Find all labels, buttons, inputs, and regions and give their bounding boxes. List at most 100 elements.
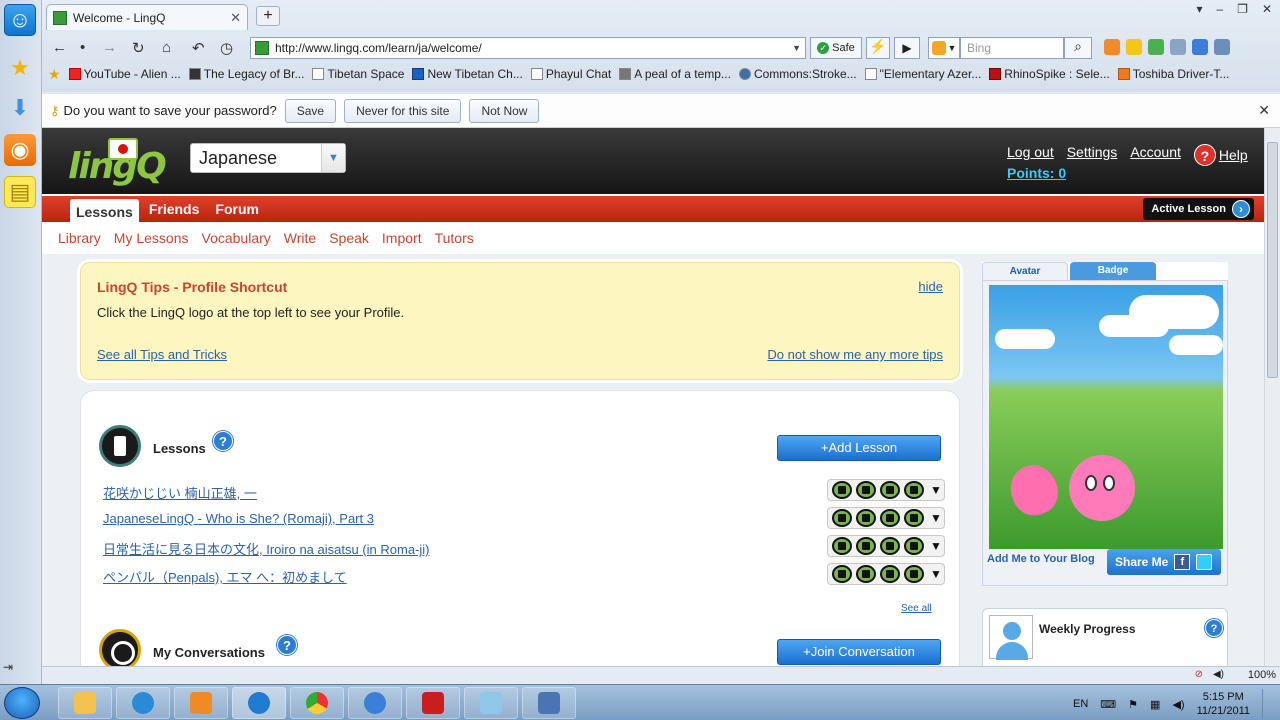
block-icon[interactable]: ⊘: [1195, 669, 1203, 680]
scrollbar-thumb[interactable]: [1267, 142, 1278, 378]
download-arrow-icon[interactable]: ⬇: [4, 92, 36, 124]
subnav-tutors[interactable]: Tutors: [435, 230, 474, 246]
note-icon[interactable]: [880, 481, 900, 499]
chat-icon[interactable]: [856, 509, 876, 527]
rss-feed-icon[interactable]: ◉: [4, 134, 36, 166]
print-icon[interactable]: [832, 481, 852, 499]
conversations-help-icon[interactable]: ?: [277, 635, 297, 655]
bookmark-item[interactable]: "Elementary Azer...: [864, 67, 981, 81]
add-lesson-button[interactable]: +Add Lesson: [777, 435, 941, 461]
settings-icon[interactable]: [1214, 39, 1230, 55]
help-link[interactable]: ? Help: [1193, 144, 1248, 166]
lightning-icon[interactable]: ⚡: [866, 37, 890, 59]
media-player-taskbar-button[interactable]: [174, 687, 228, 719]
flag-icon[interactable]: ⚑: [1128, 698, 1138, 711]
never-for-site-button[interactable]: Never for this site: [344, 98, 462, 123]
page-scrollbar[interactable]: [1264, 128, 1280, 666]
clock[interactable]: 5:15 PM 11/21/2011: [1197, 690, 1250, 718]
tab-close-icon[interactable]: ✕: [230, 10, 241, 26]
caret-down-icon[interactable]: ▼: [930, 567, 942, 581]
audio-icon[interactable]: [904, 565, 924, 583]
back-arrow-icon[interactable]: ←: [52, 39, 67, 56]
subnav-write[interactable]: Write: [284, 230, 316, 246]
show-desktop-button[interactable]: [1262, 689, 1272, 719]
caret-down-icon[interactable]: ▼: [930, 511, 942, 525]
acrobat-taskbar-button[interactable]: [406, 687, 460, 719]
weekly-help-icon[interactable]: ?: [1205, 619, 1223, 637]
search-icon[interactable]: ⌕: [1064, 37, 1092, 59]
zoom-level[interactable]: 100%: [1248, 669, 1276, 681]
join-conversation-button[interactable]: +Join Conversation: [777, 639, 941, 665]
expand-sidebar-icon[interactable]: ⇥: [3, 660, 13, 674]
lesson-link[interactable]: 日常生活に見る日本の文化, Iroiro na aisatsu (in Roma…: [103, 539, 430, 558]
tab-friends[interactable]: Friends: [143, 198, 206, 220]
close-bar-icon[interactable]: ✕: [1258, 102, 1270, 119]
close-window-button[interactable]: ✕: [1262, 2, 1272, 16]
bookmark-item[interactable]: YouTube - Alien ...: [68, 67, 181, 81]
see-all-lessons-link[interactable]: See all: [901, 603, 932, 614]
hide-tips-link[interactable]: hide: [918, 279, 943, 294]
star-icon[interactable]: ★: [4, 52, 36, 84]
bookmark-item[interactable]: RhinoSpike : Sele...: [989, 67, 1110, 81]
chat-icon[interactable]: [856, 537, 876, 555]
subnav-import[interactable]: Import: [382, 230, 422, 246]
itunes-taskbar-button[interactable]: [348, 687, 402, 719]
new-tab-button[interactable]: +: [256, 6, 280, 26]
share-me-button[interactable]: Share Me f: [1107, 549, 1221, 575]
add-to-blog-link[interactable]: Add Me to Your Blog: [987, 553, 1095, 565]
notes-icon[interactable]: [1126, 39, 1142, 55]
tab-forum[interactable]: Forum: [209, 198, 265, 220]
not-now-button[interactable]: Not Now: [469, 98, 540, 123]
print-icon[interactable]: [832, 537, 852, 555]
active-lesson-button[interactable]: Active Lesson ›: [1143, 198, 1254, 220]
bookmarks-star-icon[interactable]: ★: [48, 66, 61, 83]
bookmark-item[interactable]: Toshiba Driver-T...: [1117, 67, 1229, 81]
undo-close-icon[interactable]: ↶: [192, 39, 205, 57]
caret-down-icon[interactable]: ▼: [930, 539, 942, 553]
audio-icon[interactable]: [904, 481, 924, 499]
bookmark-item[interactable]: Tibetan Space: [312, 67, 404, 81]
lessons-help-icon[interactable]: ?: [213, 431, 233, 451]
bookmark-item[interactable]: A peal of a temp...: [619, 67, 731, 81]
save-password-button[interactable]: Save: [284, 98, 337, 123]
subnav-speak[interactable]: Speak: [329, 230, 369, 246]
chat-icon[interactable]: [856, 565, 876, 583]
volume-icon[interactable]: ◀): [1172, 698, 1184, 711]
shield-icon[interactable]: [1192, 39, 1208, 55]
app-taskbar-button[interactable]: [464, 687, 518, 719]
settings-link[interactable]: Settings: [1067, 144, 1118, 166]
feed-icon[interactable]: [1104, 39, 1120, 55]
note-icon[interactable]: [880, 509, 900, 527]
logout-link[interactable]: Log out: [1007, 144, 1054, 166]
chrome-taskbar-button[interactable]: [290, 687, 344, 719]
input-language[interactable]: EN: [1073, 698, 1088, 710]
ie-taskbar-button[interactable]: [116, 687, 170, 719]
address-bar[interactable]: http://www.lingq.com/learn/ja/welcome/ ▼: [250, 37, 806, 59]
forward-arrow-icon[interactable]: →: [102, 39, 117, 56]
caret-down-icon[interactable]: ▼: [930, 483, 942, 497]
chat-icon[interactable]: [856, 481, 876, 499]
print-icon[interactable]: [832, 565, 852, 583]
reload-icon[interactable]: ↻: [132, 39, 145, 57]
bookmark-item[interactable]: Commons:Stroke...: [738, 67, 857, 81]
network-icon[interactable]: ▦: [1150, 698, 1160, 711]
go-button[interactable]: ▶: [894, 37, 920, 59]
language-select[interactable]: Japanese ▼: [190, 143, 346, 173]
explorer-taskbar-button[interactable]: [58, 687, 112, 719]
do-not-show-tips-link[interactable]: Do not show me any more tips: [767, 347, 943, 362]
history-clock-icon[interactable]: ◷: [220, 39, 233, 57]
account-link[interactable]: Account: [1130, 144, 1181, 166]
browser-taskbar-button[interactable]: [232, 687, 286, 719]
minimize-button[interactable]: –: [1216, 2, 1223, 16]
speaker-icon[interactable]: ◀): [1213, 669, 1224, 680]
user-avatar-icon[interactable]: [989, 615, 1033, 660]
tab-badge[interactable]: Badge: [1070, 262, 1156, 280]
url-dropdown-icon[interactable]: ▼: [792, 43, 801, 53]
print-icon[interactable]: [832, 509, 852, 527]
bookmark-item[interactable]: The Legacy of Br...: [188, 67, 304, 81]
camera-icon[interactable]: [1170, 39, 1186, 55]
audio-icon[interactable]: [904, 509, 924, 527]
sticky-note-icon[interactable]: ▤: [4, 176, 36, 208]
subnav-vocabulary[interactable]: Vocabulary: [202, 230, 271, 246]
note-icon[interactable]: [880, 537, 900, 555]
